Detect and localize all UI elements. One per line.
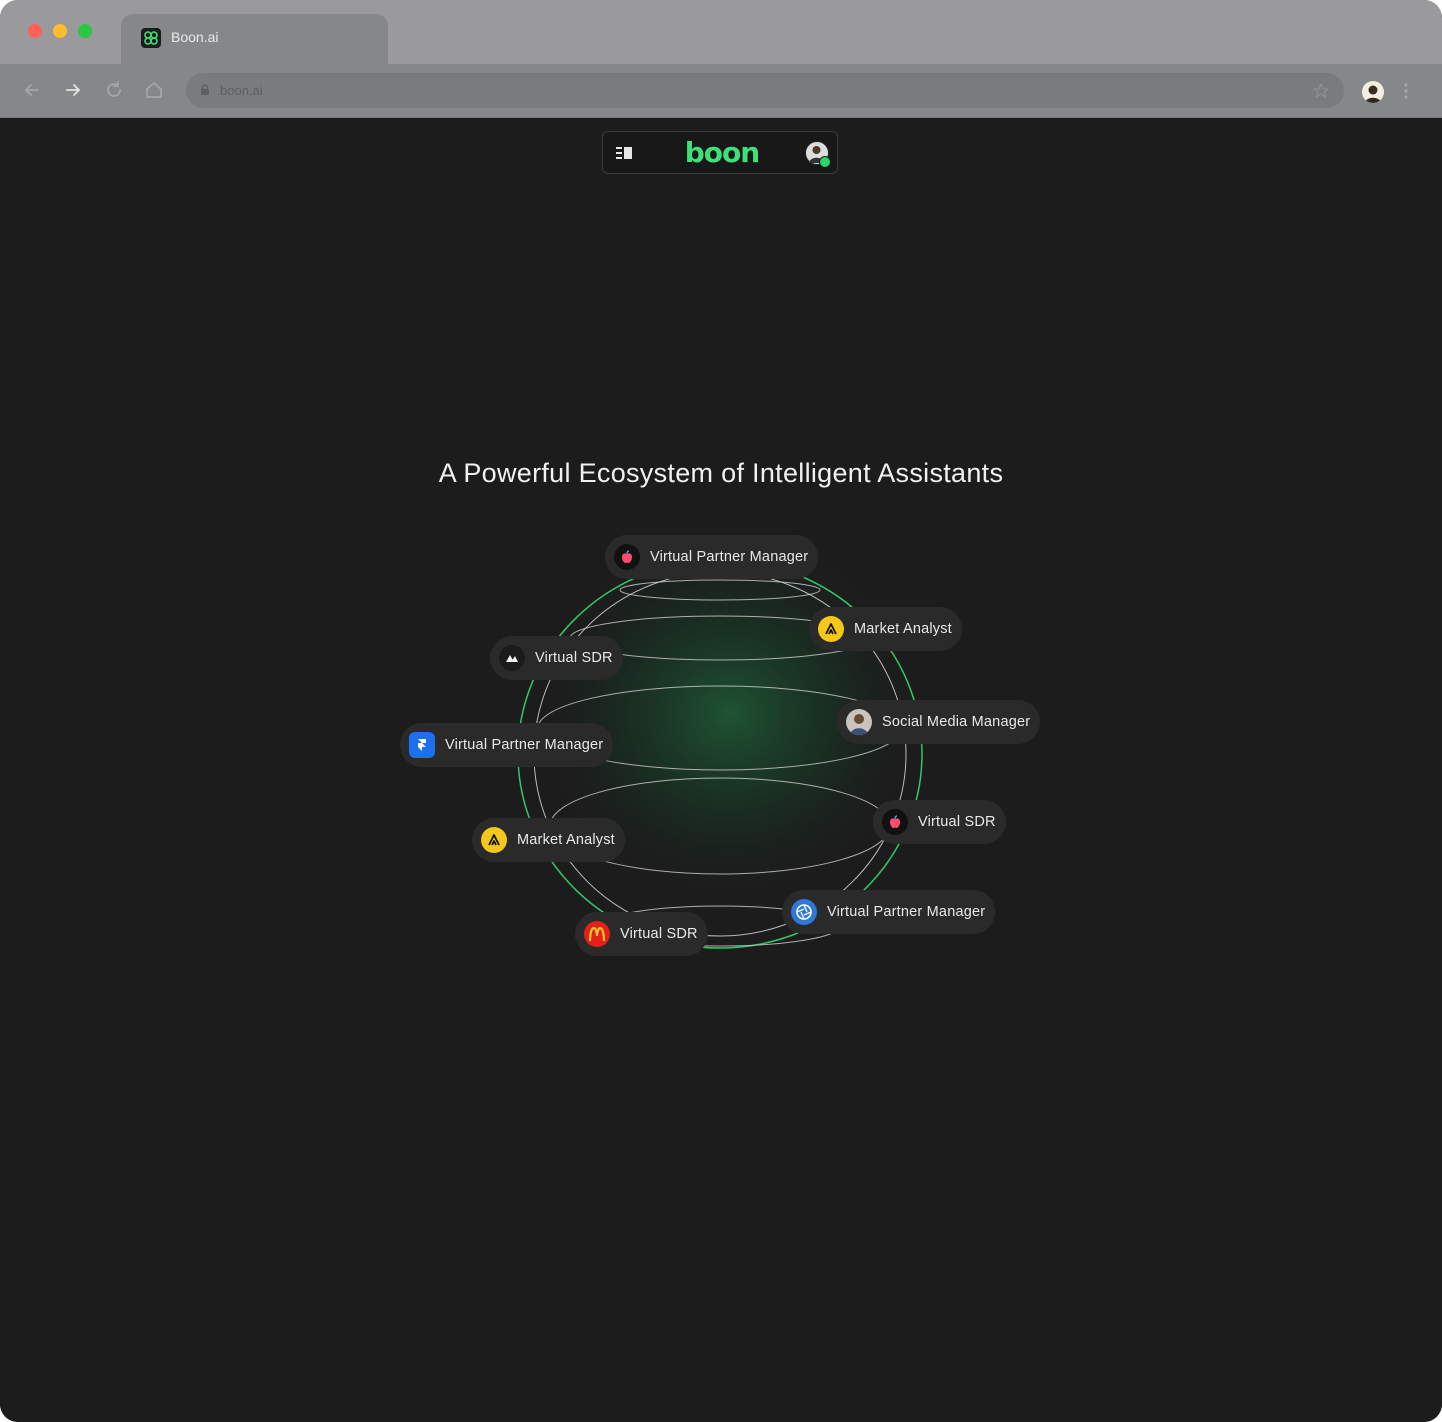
assistant-pill[interactable]: Virtual Partner Manager: [400, 723, 614, 767]
assistant-pill[interactable]: Virtual SDR: [873, 800, 1006, 844]
framer-logo-icon: [409, 732, 435, 758]
tab-bar: Boon.ai: [0, 0, 1442, 64]
assistant-pill[interactable]: Virtual SDR: [575, 912, 708, 956]
assistant-label: Virtual Partner Manager: [650, 549, 809, 565]
assistant-label: Virtual SDR: [535, 650, 613, 666]
assistant-label: Virtual Partner Manager: [827, 904, 986, 920]
analyst-a-icon: [818, 616, 844, 642]
back-arrow-icon[interactable]: [21, 79, 43, 101]
reload-icon[interactable]: [103, 79, 125, 101]
forward-arrow-icon[interactable]: [62, 79, 84, 101]
profile-avatar[interactable]: [1362, 81, 1384, 103]
browser-tab[interactable]: Boon.ai: [121, 14, 388, 64]
tab-title: Boon.ai: [171, 29, 219, 45]
abstract-a-icon: [499, 645, 525, 671]
assistant-label: Social Media Manager: [882, 714, 1031, 730]
lock-icon: [201, 84, 209, 95]
assistant-pill[interactable]: Social Media Manager: [837, 700, 1041, 744]
person-avatar-icon: [846, 709, 872, 735]
minimize-window-button[interactable]: [53, 24, 67, 38]
more-options-icon[interactable]: [1400, 80, 1412, 102]
assistant-pill[interactable]: Virtual SDR: [490, 636, 623, 680]
assistant-pill[interactable]: Virtual Partner Manager: [605, 535, 819, 579]
assistant-label: Market Analyst: [517, 832, 615, 848]
assistant-pill[interactable]: Virtual Partner Manager: [782, 890, 996, 934]
assistant-pill[interactable]: Market Analyst: [472, 818, 625, 862]
bookmark-star-icon[interactable]: [1312, 82, 1330, 100]
assistant-label: Virtual Partner Manager: [445, 737, 604, 753]
ecosystem-globe-graphic: [517, 543, 930, 949]
close-window-button[interactable]: [28, 24, 42, 38]
browser-window: Boon.ai boon.ai boon A Powerful Ecosyste…: [0, 0, 1442, 1422]
apple-logo-icon: [614, 544, 640, 570]
url-text: boon.ai: [220, 83, 263, 98]
page-content: boon A Powerful Ecosystem of Intelligent…: [0, 118, 1442, 1422]
address-bar[interactable]: boon.ai: [186, 73, 1344, 108]
assistant-label: Market Analyst: [854, 621, 952, 637]
mcdonalds-logo-icon: [584, 921, 610, 947]
browser-toolbar: boon.ai: [0, 64, 1442, 118]
assistant-pill[interactable]: Market Analyst: [809, 607, 962, 651]
maximize-window-button[interactable]: [78, 24, 92, 38]
boon-favicon-icon: [141, 28, 161, 48]
home-icon[interactable]: [143, 79, 165, 101]
assistant-label: Virtual SDR: [918, 814, 996, 830]
assistant-label: Virtual SDR: [620, 926, 698, 942]
apple-logo-icon: [882, 809, 908, 835]
person-avatar-icon: [1365, 85, 1381, 103]
aperture-icon: [791, 899, 817, 925]
analyst-a-icon: [481, 827, 507, 853]
